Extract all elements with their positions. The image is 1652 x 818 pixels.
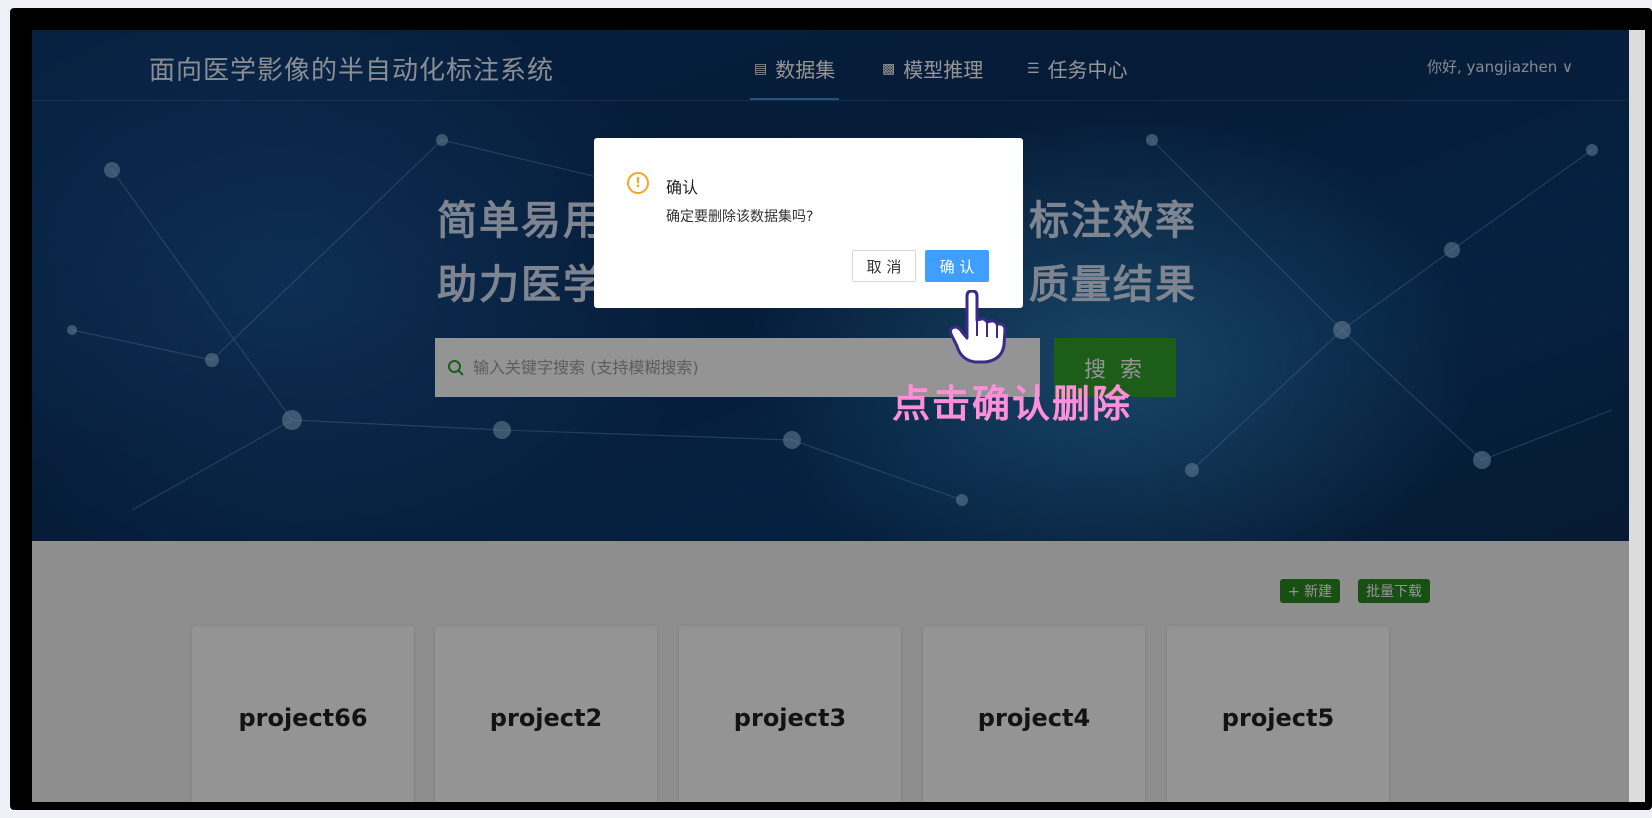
confirm-button[interactable]: 确 认: [925, 250, 989, 282]
dialog-message: 确定要删除该数据集吗?: [666, 209, 814, 225]
warning-icon: !: [627, 172, 649, 194]
screen-frame: 面向医学影像的半自动化标注系统 ▤ 数据集 ▩ 模型推理 ☰ 任务中心 你好, …: [10, 8, 1652, 810]
pointer-hand-icon: [949, 290, 1007, 364]
app-window: 面向医学影像的半自动化标注系统 ▤ 数据集 ▩ 模型推理 ☰ 任务中心 你好, …: [32, 30, 1645, 802]
cancel-button[interactable]: 取 消: [852, 250, 916, 282]
scrollbar[interactable]: [1629, 30, 1645, 802]
annotation-text: 点击确认删除: [892, 382, 1133, 426]
dialog-title: 确认: [666, 178, 699, 197]
confirm-dialog: ! 确认 确定要删除该数据集吗? 取 消 确 认: [594, 138, 1023, 308]
